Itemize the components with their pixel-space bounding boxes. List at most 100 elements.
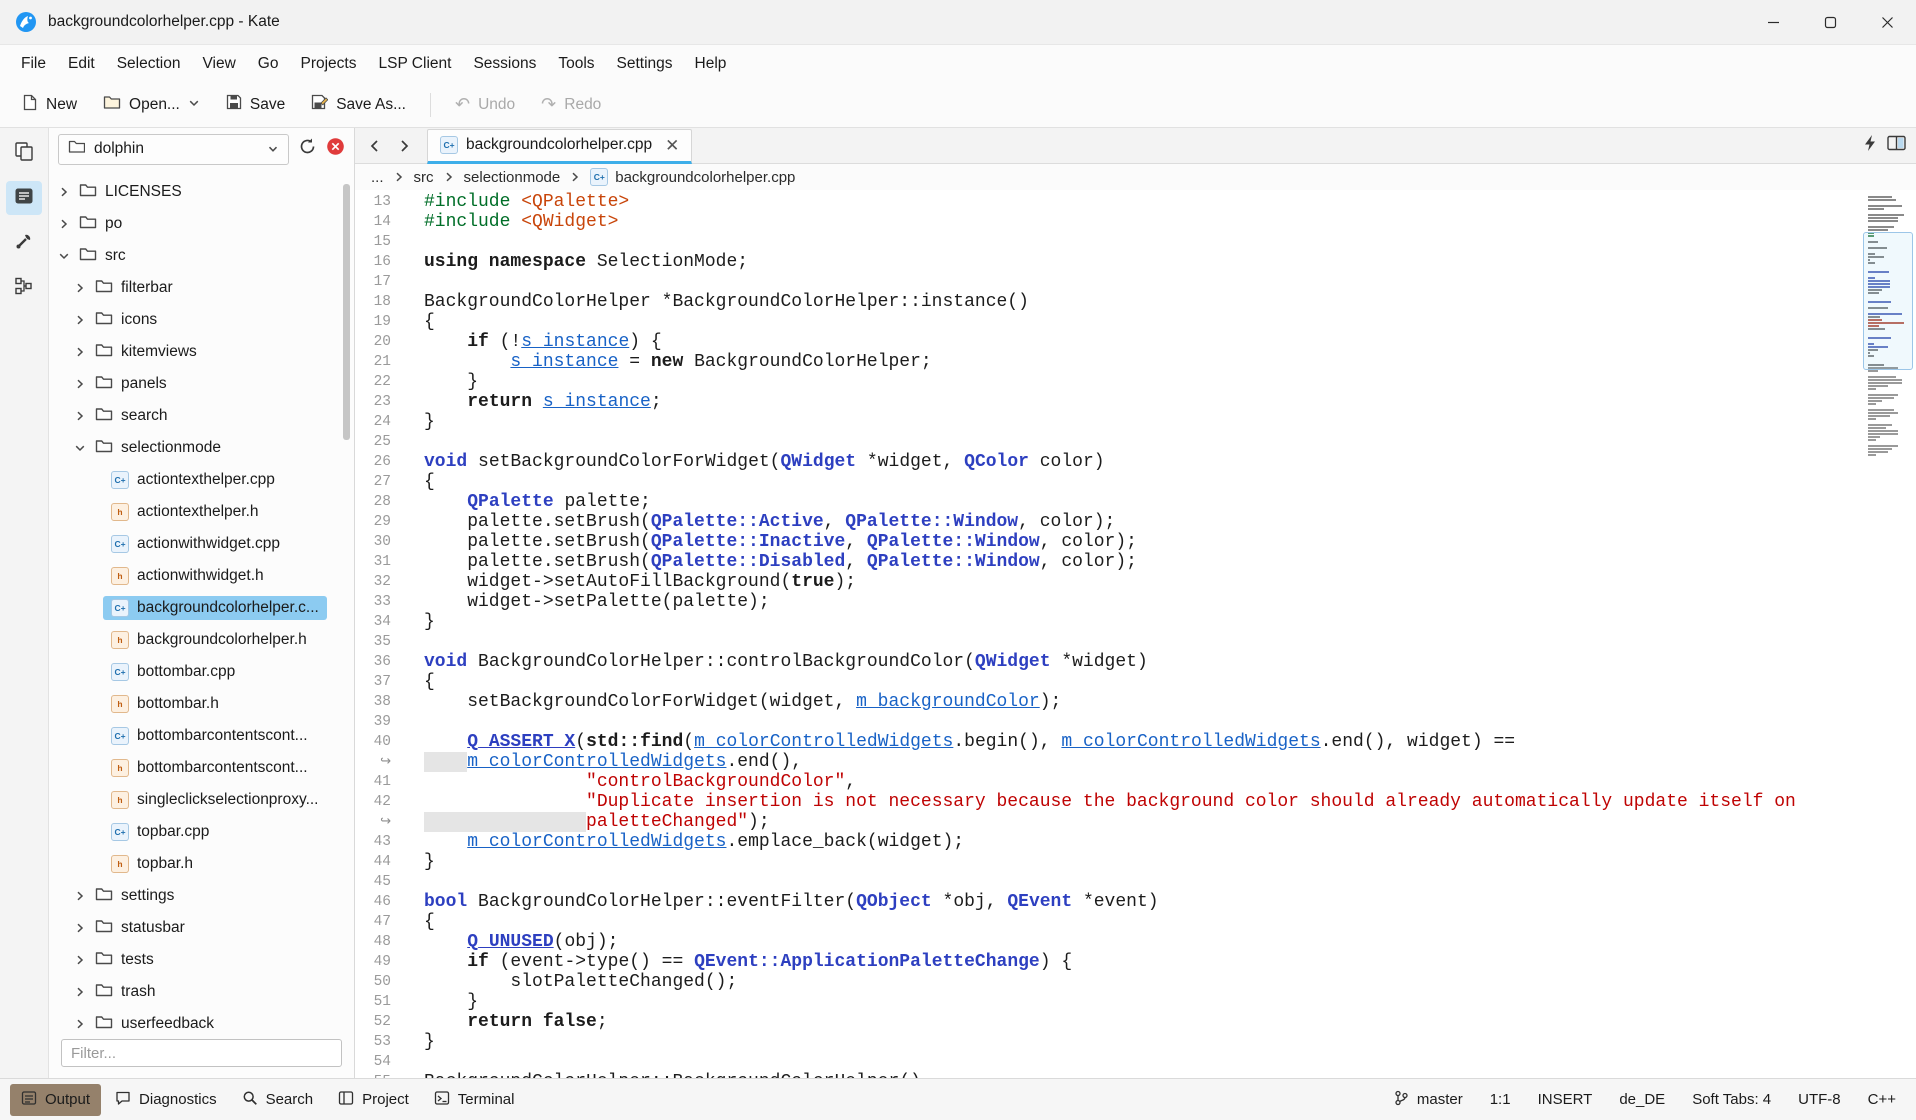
tree-item-kitemviews[interactable]: kitemviews (49, 336, 354, 368)
project-selector[interactable]: dolphin (58, 134, 289, 165)
status-encoding[interactable]: UTF-8 (1798, 1091, 1841, 1108)
tree-item-singleclickselectionproxy[interactable]: hsingleclickselectionproxy... (49, 784, 354, 816)
chevron-right-icon[interactable] (57, 218, 71, 230)
chevron-right-icon[interactable] (73, 378, 87, 390)
chevron-down-icon[interactable] (73, 442, 87, 454)
chevron-right-icon[interactable] (73, 314, 87, 326)
code-text: } (424, 852, 1916, 872)
chevron-right-icon[interactable] (73, 346, 87, 358)
chevron-right-icon[interactable] (73, 954, 87, 966)
tree-item-actionwithwidget-h[interactable]: hactionwithwidget.h (49, 560, 354, 592)
menu-view[interactable]: View (191, 48, 246, 80)
tree-item-topbar-cpp[interactable]: C+topbar.cpp (49, 816, 354, 848)
tree-item-panels[interactable]: panels (49, 368, 354, 400)
close-project-button[interactable] (326, 137, 345, 161)
chevron-right-icon[interactable] (73, 922, 87, 934)
status-dictionary[interactable]: de_DE (1619, 1091, 1665, 1108)
menu-go[interactable]: Go (247, 48, 290, 80)
menu-projects[interactable]: Projects (289, 48, 367, 80)
menu-selection[interactable]: Selection (106, 48, 192, 80)
status-panel-search[interactable]: Search (231, 1084, 325, 1116)
tree-item-backgroundcolorhelper-c[interactable]: C+backgroundcolorhelper.c... (49, 592, 354, 624)
split-view-icon[interactable] (1887, 135, 1906, 156)
menu-lsp-client[interactable]: LSP Client (367, 48, 462, 80)
status-panel-terminal[interactable]: Terminal (423, 1084, 526, 1116)
dock-tool-tree[interactable] (6, 271, 42, 305)
tab-close-icon[interactable]: ✕ (665, 137, 679, 154)
chevron-right-icon[interactable] (73, 986, 87, 998)
breadcrumb-item-src[interactable]: src (414, 169, 434, 186)
open-button[interactable]: Open... (93, 89, 210, 121)
folder-icon (79, 246, 97, 267)
menu-help[interactable]: Help (684, 48, 738, 80)
tree-item-licenses[interactable]: LICENSES (49, 176, 354, 208)
chevron-right-icon[interactable] (73, 1018, 87, 1030)
status-git-branch[interactable]: master (1394, 1090, 1463, 1110)
menu-file[interactable]: File (10, 48, 57, 80)
breadcrumb-item-selectionmode[interactable]: selectionmode (464, 169, 561, 186)
tree-item-search[interactable]: search (49, 400, 354, 432)
tree-item-settings[interactable]: settings (49, 880, 354, 912)
tree-item-icons[interactable]: icons (49, 304, 354, 336)
tree-item-bottombarcontentscont[interactable]: C+bottombarcontentscont... (49, 720, 354, 752)
menu-sessions[interactable]: Sessions (462, 48, 547, 80)
tree-item-trash[interactable]: trash (49, 976, 354, 1008)
tree-item-po[interactable]: po (49, 208, 354, 240)
menu-edit[interactable]: Edit (57, 48, 106, 80)
tree-item-backgroundcolorhelper-h[interactable]: hbackgroundcolorhelper.h (49, 624, 354, 656)
tree-item-tests[interactable]: tests (49, 944, 354, 976)
tree-item-bottombarcontentscont[interactable]: hbottombarcontentscont... (49, 752, 354, 784)
reload-project-button[interactable] (298, 137, 317, 161)
redo-button[interactable]: ↷Redo (531, 90, 611, 120)
tree-item-bottombar-h[interactable]: hbottombar.h (49, 688, 354, 720)
status-panel-output[interactable]: Output (10, 1084, 101, 1116)
status-tab-mode[interactable]: Soft Tabs: 4 (1692, 1091, 1771, 1108)
tree-item-src[interactable]: src (49, 240, 354, 272)
chevron-right-icon[interactable] (73, 890, 87, 902)
document-tab[interactable]: C+ backgroundcolorhelper.cpp ✕ (427, 129, 692, 164)
tree-item-selectionmode[interactable]: selectionmode (49, 432, 354, 464)
status-panel-diagnostics[interactable]: Diagnostics (104, 1084, 228, 1116)
dock-tool-documents[interactable] (6, 136, 42, 170)
maximize-button[interactable] (1802, 0, 1859, 44)
status-panel-project[interactable]: Project (327, 1084, 420, 1116)
line-number: 41 (355, 772, 424, 792)
menu-tools[interactable]: Tools (547, 48, 605, 80)
breadcrumb-item-backgroundcolorhelper-cpp[interactable]: C+backgroundcolorhelper.cpp (590, 168, 795, 186)
status-highlight-mode[interactable]: C++ (1868, 1091, 1896, 1108)
chevron-right-icon[interactable] (57, 186, 71, 198)
save-as-button[interactable]: Save As... (301, 88, 416, 121)
filter-input[interactable] (61, 1039, 342, 1067)
breadcrumb-item-[interactable]: ... (371, 169, 384, 186)
new-button[interactable]: New (12, 88, 87, 122)
tree-item-topbar-h[interactable]: htopbar.h (49, 848, 354, 880)
chevron-down-icon[interactable] (57, 250, 71, 262)
status-input-mode[interactable]: INSERT (1538, 1091, 1593, 1108)
minimap-viewport[interactable] (1863, 232, 1913, 370)
history-forward-button[interactable] (389, 130, 419, 162)
undo-button[interactable]: ↶Undo (445, 90, 525, 120)
chevron-right-icon[interactable] (73, 410, 87, 422)
chevron-right-icon[interactable] (73, 282, 87, 294)
status-cursor-position[interactable]: 1:1 (1490, 1091, 1511, 1108)
code-text: BackgroundColorHelper::BackgroundColorHe… (424, 1072, 1916, 1078)
minimap[interactable] (1868, 196, 1910, 1078)
tree-item-bottombar-cpp[interactable]: C+bottombar.cpp (49, 656, 354, 688)
history-back-button[interactable] (359, 130, 389, 162)
dock-tool-symbols[interactable] (6, 181, 42, 215)
quick-actions-icon[interactable] (1863, 134, 1877, 157)
minimize-button[interactable] (1745, 0, 1802, 44)
tree-scrollbar[interactable] (343, 184, 350, 440)
tree-item-filterbar[interactable]: filterbar (49, 272, 354, 304)
tree-item-statusbar[interactable]: statusbar (49, 912, 354, 944)
code-editor[interactable]: 13#include <QPalette>14#include <QWidget… (355, 190, 1916, 1078)
menu-settings[interactable]: Settings (606, 48, 684, 80)
tree-item-actionwithwidget-cpp[interactable]: C+actionwithwidget.cpp (49, 528, 354, 560)
close-button[interactable] (1859, 0, 1916, 44)
tree-item-actiontexthelper-h[interactable]: hactiontexthelper.h (49, 496, 354, 528)
tab-label: backgroundcolorhelper.cpp (466, 136, 652, 154)
save-button[interactable]: Save (216, 88, 295, 121)
dock-tool-build[interactable] (6, 226, 42, 260)
tree-item-actiontexthelper-cpp[interactable]: C+actiontexthelper.cpp (49, 464, 354, 496)
tree-item-userfeedback[interactable]: userfeedback (49, 1008, 354, 1032)
